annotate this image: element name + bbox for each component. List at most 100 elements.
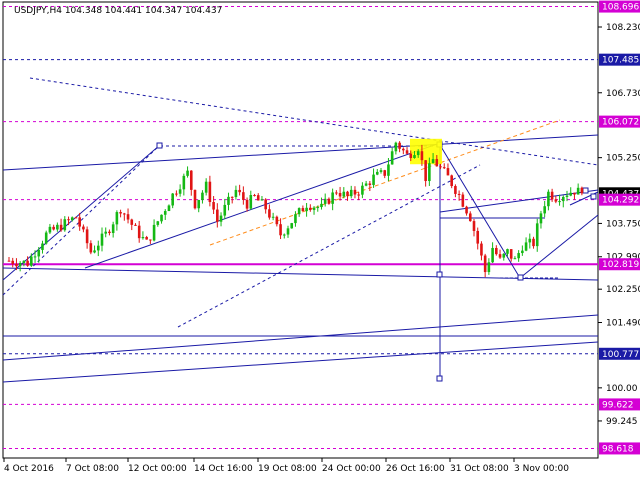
candle-body bbox=[189, 170, 193, 190]
candle-body bbox=[201, 192, 204, 200]
candle-body bbox=[439, 166, 442, 168]
candle-body bbox=[431, 159, 435, 164]
candle-body bbox=[56, 224, 59, 230]
x-tick-label: 31 Oct 08:00 bbox=[450, 464, 509, 474]
candle-body bbox=[338, 192, 342, 197]
price-level-label: 102.819 bbox=[602, 260, 639, 270]
price-level-label: 100.777 bbox=[602, 350, 639, 360]
candle-body bbox=[163, 211, 167, 215]
candle-body bbox=[409, 153, 413, 159]
candle-body bbox=[502, 253, 506, 258]
candle-body bbox=[160, 214, 163, 222]
candle-body bbox=[219, 215, 223, 222]
candle-body bbox=[193, 189, 197, 209]
x-tick-label: 19 Oct 08:00 bbox=[258, 464, 317, 474]
y-tick-label: 99.245 bbox=[606, 417, 638, 427]
candle-body bbox=[227, 196, 230, 205]
candle-body bbox=[74, 217, 78, 219]
candle-body bbox=[249, 195, 253, 209]
candle-body bbox=[476, 230, 480, 244]
candle-body bbox=[483, 255, 487, 273]
candle-body bbox=[487, 262, 491, 273]
y-tick-label: 108.230 bbox=[606, 23, 640, 33]
candle-body bbox=[48, 226, 52, 233]
candle-body bbox=[119, 212, 122, 214]
y-tick-label: 101.490 bbox=[606, 319, 640, 329]
candle-body bbox=[547, 191, 550, 207]
candle-body bbox=[11, 260, 15, 264]
candle-body bbox=[435, 159, 439, 167]
candle-body bbox=[204, 181, 208, 193]
candle-body bbox=[561, 196, 565, 202]
candle-body bbox=[442, 167, 446, 169]
candle-body bbox=[96, 245, 100, 251]
candle-body bbox=[85, 229, 89, 244]
chart-background bbox=[0, 0, 640, 480]
candle-body bbox=[509, 249, 513, 259]
y-tick-label: 100.00 bbox=[606, 384, 638, 394]
candle-body bbox=[327, 198, 331, 204]
symbol-header: USDJPY,H4 104.348 104.441 104.347 104.43… bbox=[14, 6, 222, 16]
candle-body bbox=[495, 247, 498, 255]
candle-body bbox=[238, 189, 241, 193]
candle-body bbox=[390, 151, 394, 165]
candle-body bbox=[554, 199, 558, 202]
candle-body bbox=[569, 192, 573, 196]
candle-body bbox=[123, 213, 126, 215]
candle-body bbox=[18, 262, 22, 267]
candle-body bbox=[171, 193, 174, 206]
candle-body bbox=[286, 228, 290, 235]
candle-body bbox=[78, 217, 81, 227]
candlestick-chart: 108.230106.730105.250103.750102.990102.2… bbox=[0, 0, 640, 480]
candle-body bbox=[256, 195, 260, 201]
candle-body bbox=[387, 164, 390, 176]
x-tick-label: 3 Nov 00:00 bbox=[514, 464, 569, 474]
candle-body bbox=[89, 243, 93, 253]
candle-body bbox=[126, 214, 130, 220]
candle-body bbox=[178, 189, 182, 194]
candle-body bbox=[461, 194, 465, 207]
candle-body bbox=[346, 191, 349, 197]
candle-body bbox=[22, 260, 26, 263]
candle-body bbox=[305, 207, 308, 212]
candle-body bbox=[576, 187, 580, 195]
candle-body bbox=[44, 232, 48, 244]
candle-body bbox=[104, 231, 108, 234]
candle-body bbox=[323, 198, 327, 204]
candle-body bbox=[402, 148, 405, 151]
candle-body bbox=[271, 216, 275, 218]
anchor-marker bbox=[436, 375, 443, 382]
candle-body bbox=[468, 213, 472, 222]
candle-body bbox=[156, 221, 160, 225]
candle-body bbox=[524, 242, 528, 251]
candle-body bbox=[405, 150, 409, 154]
price-level-label: 107.485 bbox=[602, 56, 639, 66]
candle-body bbox=[309, 207, 312, 210]
candle-body bbox=[275, 216, 279, 225]
candle-body bbox=[223, 204, 227, 216]
candle-body bbox=[517, 253, 520, 259]
candle-body bbox=[316, 207, 320, 209]
candle-body bbox=[454, 186, 457, 194]
y-tick-label: 103.750 bbox=[606, 219, 640, 229]
candle-body bbox=[457, 193, 461, 195]
candle-body bbox=[245, 199, 249, 209]
candle-body bbox=[70, 217, 74, 221]
candle-body bbox=[152, 224, 156, 241]
candle-body bbox=[498, 254, 502, 258]
candle-body bbox=[212, 202, 215, 210]
anchor-marker bbox=[582, 187, 589, 194]
candle-body bbox=[491, 247, 494, 263]
candle-body bbox=[368, 183, 372, 185]
candle-body bbox=[37, 249, 41, 257]
anchor-marker bbox=[436, 271, 443, 278]
candle-body bbox=[182, 175, 186, 190]
x-tick-label: 26 Oct 16:00 bbox=[386, 464, 445, 474]
candle-body bbox=[301, 208, 305, 212]
y-tick-label: 106.730 bbox=[606, 89, 640, 99]
candle-body bbox=[111, 224, 115, 234]
candle-body bbox=[320, 203, 323, 208]
candle-body bbox=[52, 226, 55, 230]
candle-body bbox=[539, 213, 543, 224]
candle-body bbox=[398, 142, 401, 149]
